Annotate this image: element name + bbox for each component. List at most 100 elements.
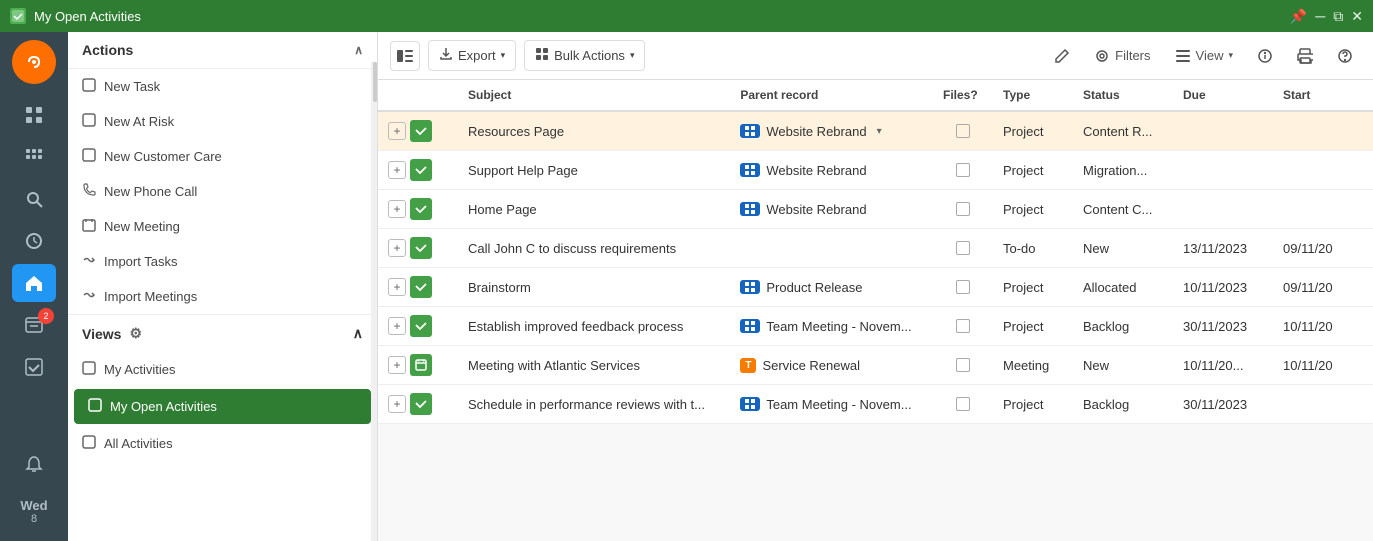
row-add-btn[interactable]: + — [388, 200, 406, 218]
row-add-btn[interactable]: + — [388, 161, 406, 179]
row-type-badge — [410, 393, 432, 415]
col-files[interactable]: Files? — [933, 80, 993, 111]
col-due[interactable]: Due — [1173, 80, 1273, 111]
table-row: + Brainstorm Product Release Project All… — [378, 268, 1373, 307]
my-open-activities-icon — [88, 398, 102, 415]
col-type[interactable]: Type — [993, 80, 1073, 111]
status-cell: Content R... — [1073, 111, 1173, 151]
activities-table-container: Subject Parent record Files? Type Status… — [378, 80, 1373, 541]
files-checkbox[interactable] — [956, 163, 970, 177]
sidebar-toggle-btn[interactable] — [390, 41, 420, 71]
info-btn[interactable] — [1249, 42, 1281, 70]
row-action-cell: + — [378, 307, 458, 346]
row-action-cell: + — [378, 151, 458, 190]
parent-record-cell: Website Rebrand — [740, 163, 923, 178]
sidebar-search-icon[interactable] — [12, 180, 56, 218]
type-cell: Project — [993, 307, 1073, 346]
subject-cell[interactable]: Establish improved feedback process — [458, 307, 730, 346]
subject-cell[interactable]: Support Help Page — [458, 151, 730, 190]
parent-record-cell: Website Rebrand — [740, 202, 923, 217]
scrollbar[interactable] — [373, 62, 377, 102]
files-checkbox[interactable] — [956, 397, 970, 411]
edit-btn[interactable] — [1046, 42, 1078, 70]
row-add-btn[interactable]: + — [388, 395, 406, 413]
col-start[interactable]: Start — [1273, 80, 1373, 111]
menu-item-new-at-risk[interactable]: New At Risk — [68, 104, 377, 139]
close-btn[interactable]: ✕ — [1351, 8, 1363, 25]
files-checkbox[interactable] — [956, 202, 970, 216]
parent-record-name: Website Rebrand — [766, 163, 866, 178]
actions-menu: New Task New At Risk New Customer Care N… — [68, 69, 377, 314]
col-subject[interactable]: Subject — [458, 80, 730, 111]
actions-collapse-btn[interactable]: ∧ — [354, 43, 363, 57]
row-add-btn[interactable]: + — [388, 122, 406, 140]
table-row: + Call John C to discuss requirements To… — [378, 229, 1373, 268]
parent-record-cell: Team Meeting - Novem... — [740, 397, 923, 412]
parent-badge — [740, 319, 760, 333]
views-settings-btn[interactable]: ⚙ — [129, 325, 142, 342]
row-add-btn[interactable]: + — [388, 356, 406, 374]
sidebar-check-icon[interactable] — [12, 348, 56, 386]
sidebar-clock-icon[interactable] — [12, 222, 56, 260]
bulk-actions-btn[interactable]: Bulk Actions ▾ — [524, 40, 645, 71]
menu-item-new-customer-care[interactable]: New Customer Care — [68, 139, 377, 174]
subject-cell[interactable]: Brainstorm — [458, 268, 730, 307]
parent-badge — [740, 202, 760, 216]
row-type-badge — [410, 120, 432, 142]
files-checkbox[interactable] — [956, 358, 970, 372]
menu-item-import-meetings[interactable]: Import Meetings — [68, 279, 377, 314]
files-checkbox[interactable] — [956, 124, 970, 138]
pin-btn[interactable]: 📌 — [1290, 8, 1307, 25]
parent-badge — [740, 397, 760, 411]
type-cell: Project — [993, 111, 1073, 151]
parent-record-name: Product Release — [766, 280, 862, 295]
menu-item-new-meeting[interactable]: New Meeting — [68, 209, 377, 244]
files-checkbox[interactable] — [956, 319, 970, 333]
sidebar-tasks-icon[interactable]: 2 — [12, 306, 56, 344]
row-type-badge — [410, 315, 432, 337]
view-all-activities[interactable]: All Activities — [68, 426, 377, 461]
subject-cell[interactable]: Schedule in performance reviews with t..… — [458, 385, 730, 424]
view-my-open-activities[interactable]: My Open Activities — [74, 389, 371, 424]
due-cell — [1173, 111, 1273, 151]
table-row: + Schedule in performance reviews with t… — [378, 385, 1373, 424]
customer-care-icon — [82, 148, 96, 165]
col-status[interactable]: Status — [1073, 80, 1173, 111]
restore-btn[interactable]: ⧉ — [1333, 8, 1343, 25]
row-add-btn[interactable]: + — [388, 278, 406, 296]
export-btn[interactable]: Export ▾ — [428, 40, 516, 71]
parent-cell: T Service Renewal — [730, 346, 933, 385]
view-btn[interactable]: View ▾ — [1167, 42, 1241, 70]
all-activities-icon — [82, 435, 96, 452]
filters-btn[interactable]: Filters — [1086, 42, 1158, 70]
menu-item-new-phone-call[interactable]: New Phone Call — [68, 174, 377, 209]
parent-cell: Team Meeting - Novem... — [730, 385, 933, 424]
due-cell: 30/11/2023 — [1173, 307, 1273, 346]
sidebar-grid-icon[interactable] — [12, 96, 56, 134]
start-cell: 09/11/20 — [1273, 229, 1373, 268]
sidebar-home-icon[interactable] — [12, 264, 56, 302]
status-cell: Backlog — [1073, 385, 1173, 424]
app-logo[interactable] — [12, 40, 56, 84]
files-checkbox[interactable] — [956, 241, 970, 255]
menu-item-new-task[interactable]: New Task — [68, 69, 377, 104]
subject-cell[interactable]: Call John C to discuss requirements — [458, 229, 730, 268]
minimize-btn[interactable]: ─ — [1315, 8, 1325, 24]
subject-cell[interactable]: Resources Page — [458, 111, 730, 151]
views-collapse-btn[interactable]: ∧ — [353, 325, 363, 342]
status-cell: Content C... — [1073, 190, 1173, 229]
export-icon — [439, 47, 453, 64]
row-add-btn[interactable]: + — [388, 239, 406, 257]
at-risk-icon — [82, 113, 96, 130]
help-btn[interactable] — [1329, 42, 1361, 70]
menu-item-import-tasks[interactable]: Import Tasks — [68, 244, 377, 279]
print-btn[interactable] — [1289, 42, 1321, 70]
sidebar-bell-icon[interactable] — [12, 446, 56, 484]
sidebar-apps-icon[interactable] — [12, 138, 56, 176]
view-my-activities[interactable]: My Activities — [68, 352, 377, 387]
subject-cell[interactable]: Home Page — [458, 190, 730, 229]
row-add-btn[interactable]: + — [388, 317, 406, 335]
col-parent-record[interactable]: Parent record — [730, 80, 933, 111]
subject-cell[interactable]: Meeting with Atlantic Services — [458, 346, 730, 385]
files-checkbox[interactable] — [956, 280, 970, 294]
